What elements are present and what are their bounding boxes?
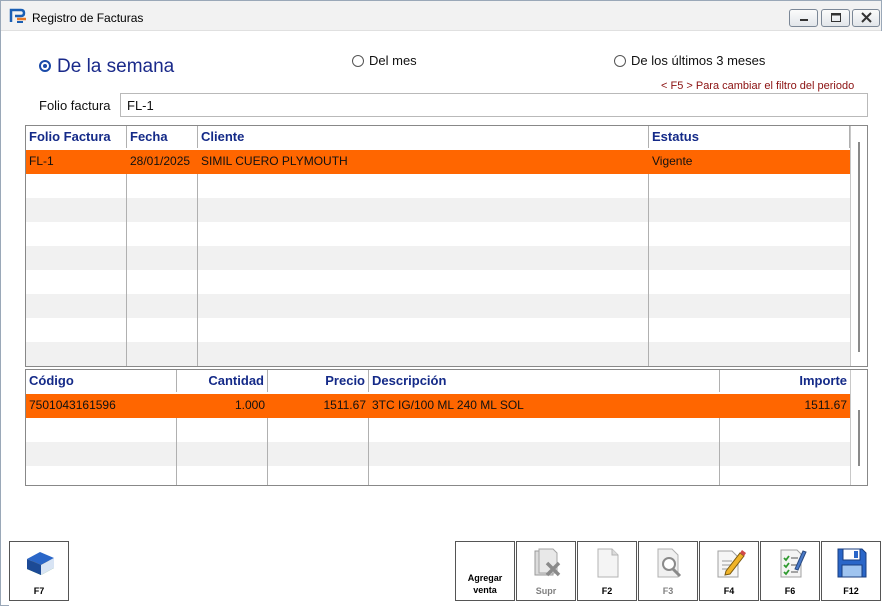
empty-row [26,198,850,222]
col-fecha[interactable]: Fecha [127,126,198,148]
column-divider [719,418,720,485]
supr-delete-button[interactable]: Supr [516,541,576,601]
column-divider [648,174,649,366]
edit-document-icon [717,550,746,578]
cell-cliente: SIMIL CUERO PLYMOUTH [201,154,348,168]
app-window: Registro de Facturas De la semana Del me… [0,0,882,606]
empty-row [26,318,850,342]
folio-label: Folio factura [39,98,111,113]
minimize-button[interactable] [789,9,818,27]
empty-row [26,270,850,294]
empty-row [26,246,850,270]
empty-row [26,342,850,366]
details-scrollbar[interactable] [850,370,866,485]
window-title: Registro de Facturas [32,11,144,25]
radio-label-mes[interactable]: Del mes [369,53,417,68]
radio-de-la-semana[interactable] [39,60,51,72]
f2-label: F2 [601,586,613,596]
f12-label: F12 [843,586,859,596]
radio-label-semana[interactable]: De la semana [57,56,174,78]
minimize-icon [800,19,808,21]
empty-row [26,442,850,466]
new-document-icon [597,548,619,578]
agregar-label-2: venta [473,585,497,595]
f7-books-button[interactable]: F7 [9,541,69,601]
col-cantidad[interactable]: Cantidad [177,370,268,392]
f6-checklist-button[interactable]: F6 [760,541,820,601]
table-row[interactable]: 7501043161596 1.000 1511.67 3TC IG/100 M… [26,394,850,418]
col-precio[interactable]: Precio [268,370,369,392]
maximize-icon [831,13,841,22]
checklist-icon [780,549,807,578]
cell-cantidad: 1.000 [234,398,265,412]
empty-row [26,418,850,442]
empty-row [26,294,850,318]
f2-new-document-button[interactable]: F2 [577,541,637,601]
f6-label: F6 [784,586,796,596]
cell-fecha: 28/01/2025 [130,154,191,168]
scrollbar-thumb[interactable] [858,142,860,352]
cell-importe: 1511.67 [804,398,848,412]
cell-codigo: 7501043161596 [29,398,116,412]
invoices-scrollbar[interactable] [850,126,866,366]
details-header: Código Cantidad Precio Descripción Impor… [26,370,850,392]
column-divider [126,174,127,366]
agregar-label-1: Agregar [467,573,503,583]
table-row[interactable]: FL-1 28/01/2025 SIMIL CUERO PLYMOUTH Vig… [26,150,850,174]
close-icon [861,12,872,23]
filter-hint: < F5 > Para cambiar el filtro del period… [661,80,855,92]
cell-precio: 1511.67 [323,398,367,412]
delete-document-icon [534,548,561,577]
f3-label: F3 [662,586,674,596]
col-importe[interactable]: Importe [720,370,850,392]
scrollbar-thumb[interactable] [858,410,860,466]
close-button[interactable] [852,9,880,27]
f12-save-button[interactable]: F12 [821,541,881,601]
folio-input[interactable] [120,93,868,117]
empty-row [26,222,850,246]
column-divider [267,418,268,485]
empty-row [26,174,850,198]
maximize-button[interactable] [821,9,850,27]
column-divider [368,418,369,485]
invoices-grid[interactable]: Folio Factura Fecha Cliente Estatus FL-1… [25,125,868,367]
col-descripcion[interactable]: Descripción [369,370,720,392]
client-area: De la semana Del mes De los últimos 3 me… [9,31,882,606]
f4-label: F4 [723,586,735,596]
col-estatus[interactable]: Estatus [649,126,850,148]
radio-del-mes[interactable] [352,55,364,67]
radio-label-3-meses[interactable]: De los últimos 3 meses [631,53,765,68]
column-divider [176,418,177,485]
f3-search-button[interactable]: F3 [638,541,698,601]
cell-folio: FL-1 [29,154,54,168]
app-logo-icon [9,8,26,23]
radio-ultimos-3-meses[interactable] [614,55,626,67]
column-divider [197,174,198,366]
empty-row [26,466,850,485]
title-bar: Registro de Facturas [1,1,881,31]
supr-label: Supr [535,586,557,596]
agregar-venta-button[interactable]: Agregar venta [455,541,515,601]
details-grid[interactable]: Código Cantidad Precio Descripción Impor… [25,369,868,486]
col-cliente[interactable]: Cliente [198,126,649,148]
save-icon [837,548,867,578]
invoices-header: Folio Factura Fecha Cliente Estatus [26,126,850,148]
col-codigo[interactable]: Código [26,370,177,392]
col-folio-factura[interactable]: Folio Factura [26,126,127,148]
cell-descripcion: 3TC IG/100 ML 240 ML SOL [372,398,524,412]
f4-edit-button[interactable]: F4 [699,541,759,601]
search-document-icon [657,548,682,578]
books-icon [27,552,54,575]
f7-label: F7 [33,586,45,596]
cell-estatus: Vigente [652,154,693,168]
